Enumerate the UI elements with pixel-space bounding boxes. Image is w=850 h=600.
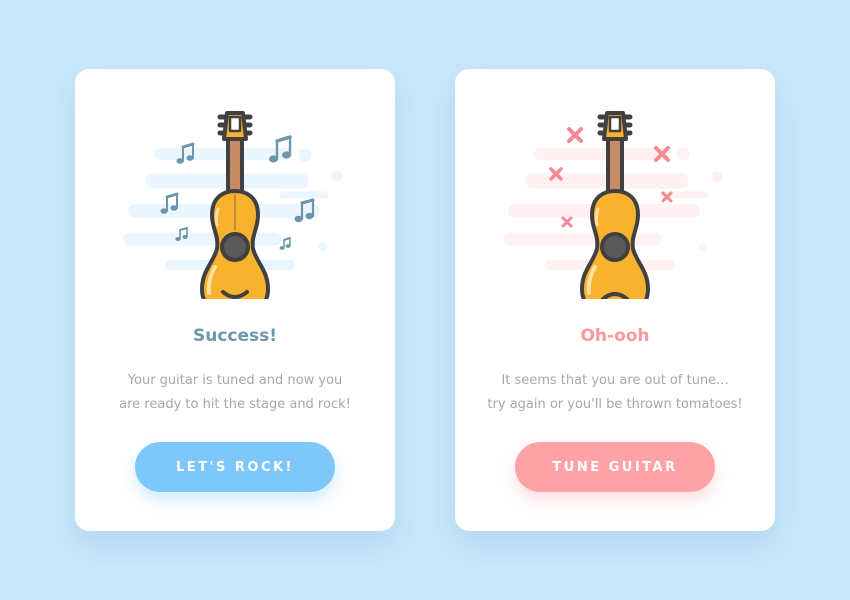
tune-guitar-button[interactable]: TUNE GUITAR [515, 442, 715, 492]
sad-guitar-icon [580, 111, 650, 299]
success-illustration [123, 111, 343, 299]
card-message-line: Your guitar is tuned and now you [127, 373, 343, 388]
lets-rock-button[interactable]: LET'S ROCK! [135, 442, 335, 492]
card-title: Success! [192, 326, 278, 346]
card-message-line: are ready to hit the stage and rock! [119, 397, 351, 412]
card-message-line: It seems that you are out of tune... [501, 373, 729, 388]
success-card: Success! Your guitar is tuned and now yo… [75, 69, 395, 531]
card-message-line: try again or you'll be thrown tomatoes! [487, 397, 743, 412]
card-message: Your guitar is tuned and now you are rea… [75, 369, 395, 417]
happy-guitar-icon [200, 111, 270, 299]
failure-illustration [503, 111, 723, 299]
card-message: It seems that you are out of tune... try… [455, 369, 775, 417]
failure-card: Oh-ooh It seems that you are out of tune… [455, 69, 775, 531]
card-title: Oh-ooh [580, 326, 650, 346]
